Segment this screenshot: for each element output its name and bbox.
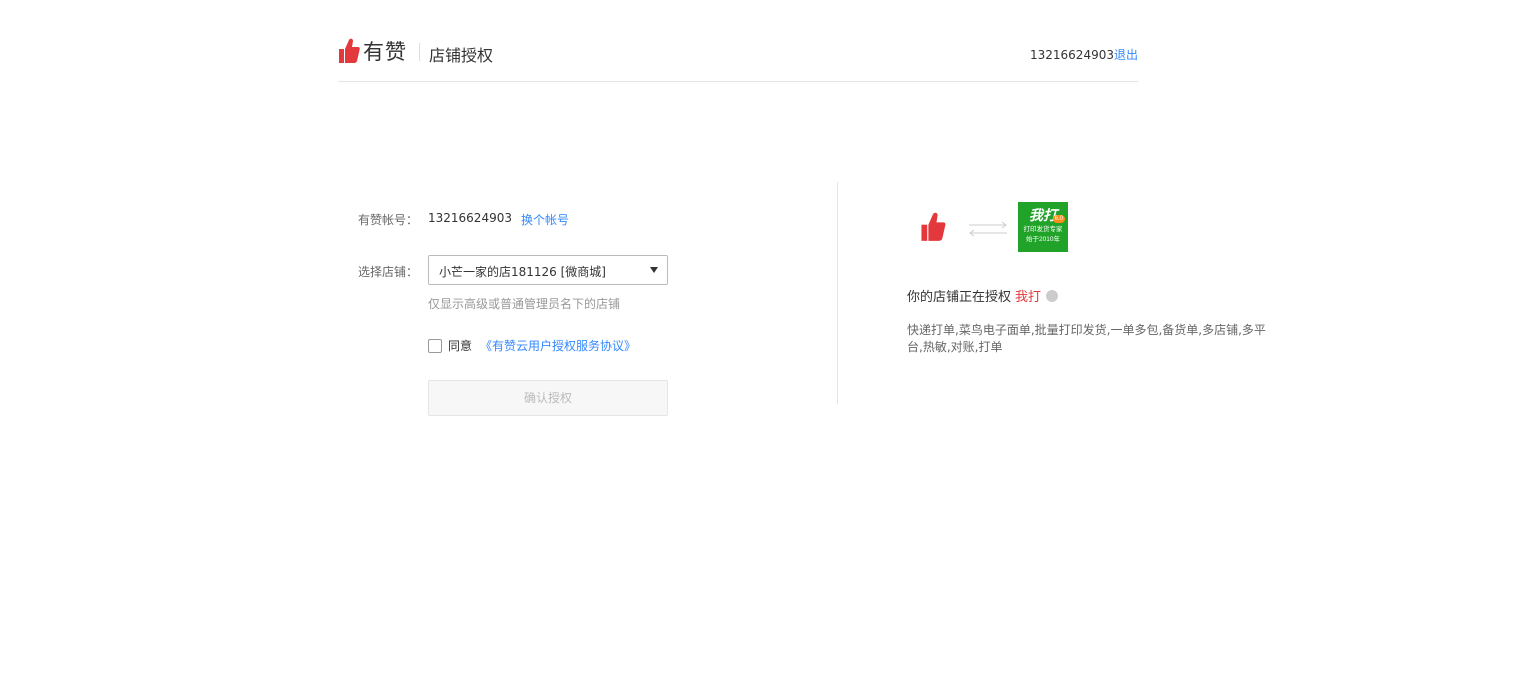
vertical-divider	[837, 182, 838, 404]
youzan-logo[interactable]: 有赞	[338, 36, 407, 66]
app-logo-sub2: 始于2010年	[1026, 236, 1060, 243]
logo-text: 有赞	[363, 40, 407, 64]
header: 有赞 店铺授权 13216624903退出	[338, 30, 1138, 82]
shop-selected-value: 小芒一家的店181126 [微商城]	[439, 265, 606, 279]
header-separator	[419, 43, 420, 61]
agreement-row: 同意 《有赞云用户授权服务协议》	[428, 337, 636, 354]
auth-form: 有赞帐号： 13216624903 换个帐号 选择店铺： 小芒一家的店18112…	[338, 182, 838, 422]
shop-label: 选择店铺：	[358, 265, 419, 279]
account-number: 13216624903	[1030, 48, 1114, 62]
agree-checkbox[interactable]	[428, 338, 442, 353]
logout-link[interactable]: 退出	[1114, 48, 1138, 62]
caret-down-icon	[650, 267, 658, 273]
shop-hint: 仅显示高级或普通管理员名下的店铺	[428, 297, 621, 311]
account-value: 13216624903	[428, 211, 512, 225]
more-icon[interactable]	[1046, 285, 1059, 302]
auth-prefix: 你的店铺正在授权	[907, 290, 1012, 305]
confirm-auth-button[interactable]: 确认授权	[428, 380, 668, 416]
wo-da-app-logo: 我打 6.0 打印发货专家 始于2010年	[1018, 202, 1068, 252]
app-description: 快递打单,菜鸟电子面单,批量打印发货,一单多包,备货单,多店铺,多平台,热敏,对…	[907, 323, 1266, 354]
account-label: 有赞帐号：	[358, 213, 419, 227]
thumbs-up-icon	[339, 38, 360, 63]
agree-label: 同意	[448, 339, 473, 353]
app-info-panel: 我打 6.0 打印发货专家 始于2010年 你的店铺正在授权 我打 快递打单,菜…	[907, 182, 1277, 382]
agreement-link[interactable]: 《有赞云用户授权服务协议》	[480, 337, 636, 354]
user-info: 13216624903退出	[1030, 46, 1138, 63]
shop-select[interactable]: 小芒一家的店181126 [微商城]	[428, 255, 668, 285]
youzan-thumbs-up-icon	[921, 212, 946, 241]
page-title: 店铺授权	[429, 46, 494, 65]
app-name: 我打	[1015, 290, 1042, 305]
app-version-badge: 6.0	[1052, 215, 1065, 223]
exchange-arrows-icon	[969, 221, 1007, 237]
auth-title: 你的店铺正在授权 我打	[907, 285, 1059, 305]
switch-account-link[interactable]: 换个帐号	[521, 211, 569, 228]
app-logo-sub1: 打印发货专家	[1023, 226, 1063, 233]
